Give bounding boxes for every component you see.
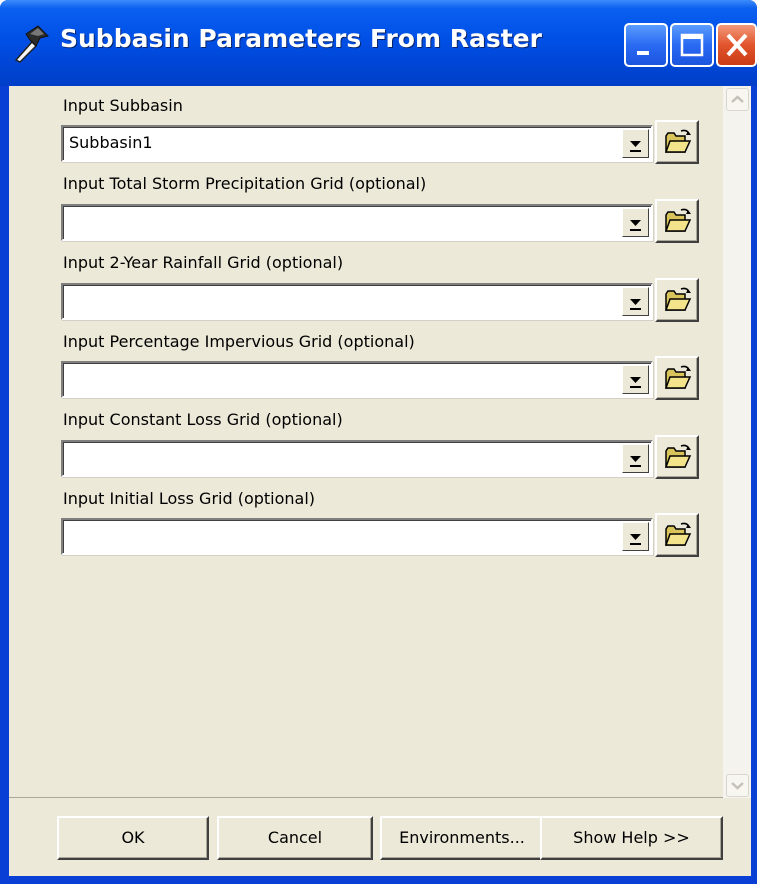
open-folder-icon — [664, 522, 692, 546]
param-label-initial-loss: Input Initial Loss Grid (optional) — [63, 489, 316, 508]
dropdown-button[interactable] — [622, 129, 649, 158]
maximize-icon — [680, 33, 704, 57]
hammer-icon — [14, 25, 49, 63]
chevron-down-icon — [630, 456, 641, 467]
param-label-2yr-rainfall: Input 2-Year Rainfall Grid (optional) — [63, 253, 344, 272]
rainfall-2yr-combobox[interactable] — [61, 283, 653, 320]
close-button[interactable] — [716, 23, 757, 67]
dropdown-button[interactable] — [622, 522, 649, 551]
dialog-client-area: Input Subbasin Subbasin1 Input Total Sto… — [9, 86, 751, 876]
chevron-up-icon — [731, 95, 744, 103]
dropdown-button[interactable] — [622, 287, 649, 316]
dropdown-button[interactable] — [622, 365, 649, 394]
browse-rainfall-2yr-button[interactable] — [655, 278, 699, 322]
tool-dialog-window: Subbasin Parameters From Raster Input Su… — [0, 0, 757, 884]
chevron-down-icon — [630, 141, 641, 152]
initial-loss-combobox[interactable] — [61, 518, 653, 555]
param-label-storm-precip: Input Total Storm Precipitation Grid (op… — [63, 174, 427, 193]
show-help-button[interactable]: Show Help >> — [540, 816, 723, 860]
dropdown-button[interactable] — [622, 444, 649, 473]
subbasin-combobox[interactable]: Subbasin1 — [61, 125, 653, 162]
maximize-button[interactable] — [670, 23, 714, 67]
open-folder-icon — [664, 287, 692, 311]
chevron-down-icon — [630, 299, 641, 310]
open-folder-icon — [664, 208, 692, 232]
close-icon — [726, 33, 748, 57]
minimize-button[interactable] — [624, 23, 668, 67]
dropdown-button[interactable] — [622, 208, 649, 237]
chevron-down-icon — [630, 377, 641, 388]
param-label-subbasin: Input Subbasin — [63, 96, 183, 115]
browse-subbasin-button[interactable] — [655, 120, 699, 164]
param-label-constant-loss: Input Constant Loss Grid (optional) — [63, 410, 343, 429]
browse-storm-precip-button[interactable] — [655, 199, 699, 243]
parameter-panel: Input Subbasin Subbasin1 Input Total Sto… — [9, 86, 751, 798]
ok-button[interactable]: OK — [57, 816, 209, 860]
browse-constant-loss-button[interactable] — [655, 435, 699, 479]
chevron-down-icon — [630, 534, 641, 545]
chevron-down-icon — [630, 220, 641, 231]
constant-loss-combobox[interactable] — [61, 440, 653, 477]
minimize-icon — [637, 51, 649, 55]
combobox-value: Subbasin1 — [69, 133, 153, 152]
storm-precip-combobox[interactable] — [61, 204, 653, 241]
scroll-up-button[interactable] — [726, 88, 749, 111]
window-title: Subbasin Parameters From Raster — [60, 24, 542, 53]
impervious-combobox[interactable] — [61, 361, 653, 398]
open-folder-icon — [664, 365, 692, 389]
open-folder-icon — [664, 444, 692, 468]
title-bar[interactable]: Subbasin Parameters From Raster — [0, 0, 757, 86]
cancel-button[interactable]: Cancel — [217, 816, 373, 860]
browse-initial-loss-button[interactable] — [655, 513, 699, 557]
param-label-impervious: Input Percentage Impervious Grid (option… — [63, 332, 415, 351]
scroll-down-button[interactable] — [726, 774, 749, 797]
chevron-down-icon — [731, 782, 744, 790]
vertical-scrollbar[interactable] — [723, 86, 751, 798]
environments-button[interactable]: Environments... — [380, 816, 544, 860]
open-folder-icon — [664, 129, 692, 153]
browse-impervious-button[interactable] — [655, 356, 699, 400]
